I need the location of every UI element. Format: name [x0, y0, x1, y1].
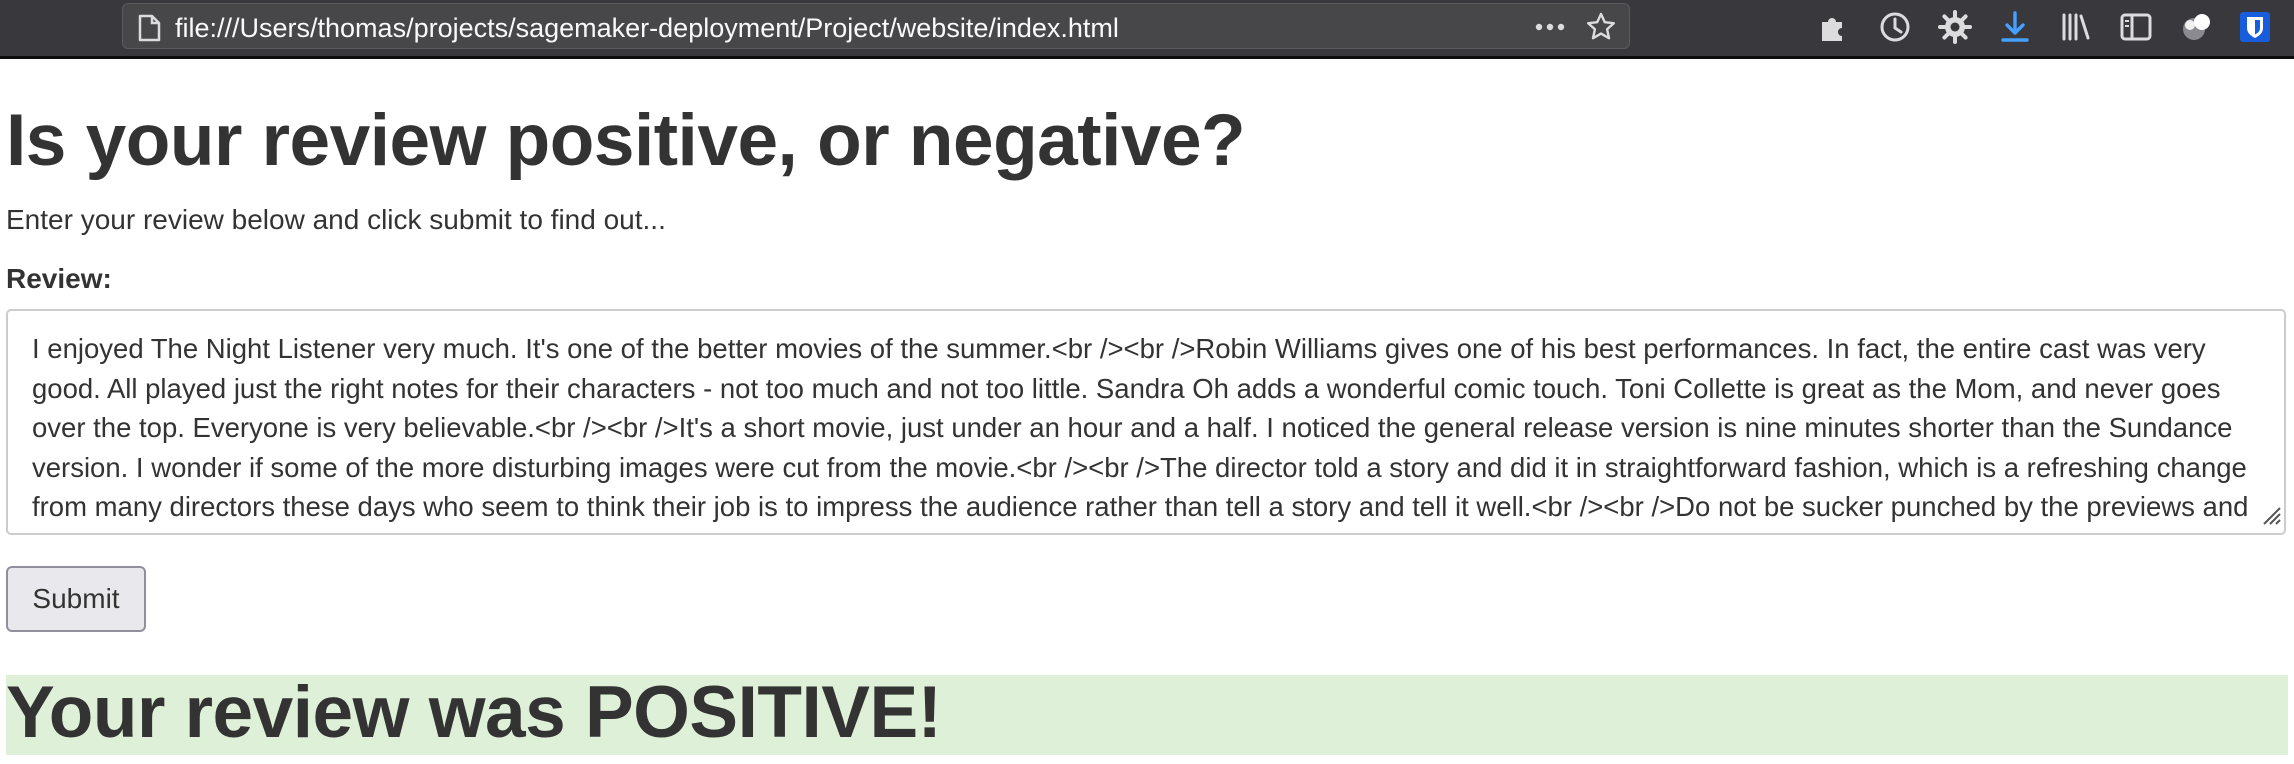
bitwarden-icon[interactable]	[2237, 9, 2273, 45]
browser-toolbar: file:///Users/thomas/projects/sagemaker-…	[0, 0, 2294, 59]
more-icon[interactable]	[1533, 12, 1567, 47]
settings-gear-icon[interactable]	[1937, 9, 1973, 45]
extensions-icon[interactable]	[1816, 9, 1852, 45]
review-text[interactable]: I enjoyed The Night Listener very much. …	[32, 329, 2258, 533]
page-title: Is your review positive, or negative?	[6, 100, 1246, 181]
bookmark-star-icon[interactable]	[1585, 11, 1617, 48]
result-text: Your review was POSITIVE!	[6, 675, 942, 753]
download-icon[interactable]	[1997, 9, 2033, 45]
profile-icon[interactable]	[2178, 9, 2214, 45]
result-banner: Your review was POSITIVE!	[6, 675, 2288, 755]
url-text[interactable]: file:///Users/thomas/projects/sagemaker-…	[175, 13, 1119, 44]
page-icon	[135, 13, 163, 48]
submit-button[interactable]: Submit	[6, 566, 146, 632]
resize-grip-icon[interactable]	[2260, 504, 2282, 531]
history-icon[interactable]	[1877, 9, 1913, 45]
intro-text: Enter your review below and click submit…	[6, 204, 666, 235]
address-bar[interactable]: file:///Users/thomas/projects/sagemaker-…	[122, 3, 1630, 49]
sidebar-icon[interactable]	[2118, 9, 2154, 45]
review-label: Review:	[6, 263, 112, 294]
library-icon[interactable]	[2058, 9, 2094, 45]
review-textarea[interactable]: I enjoyed The Night Listener very much. …	[6, 309, 2286, 535]
